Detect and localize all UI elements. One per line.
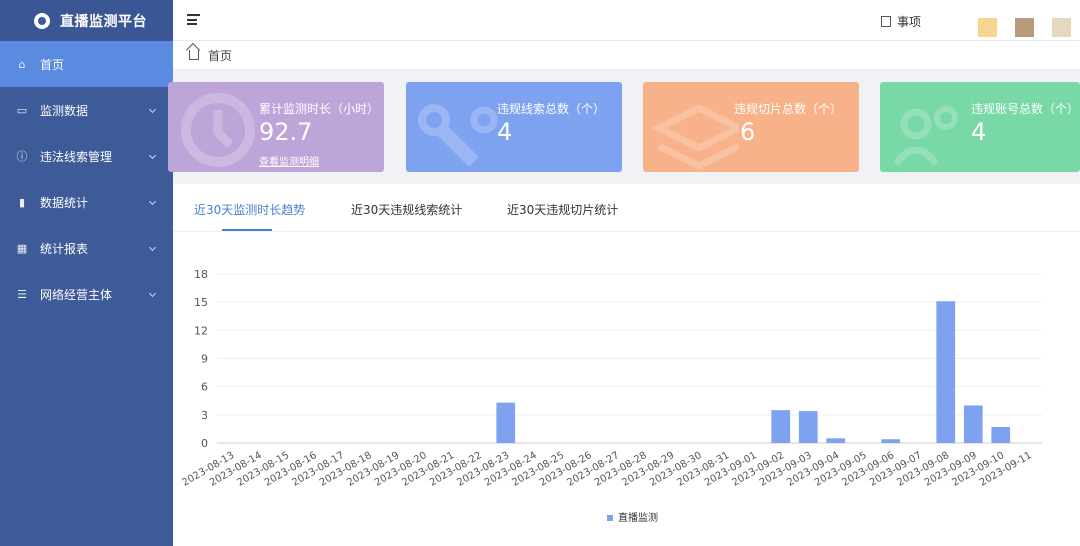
theme-swatch-1[interactable] <box>978 18 997 37</box>
bar <box>963 405 983 443</box>
bar <box>826 438 846 443</box>
todo-button[interactable]: 事项 <box>881 13 921 30</box>
sidebar-menu: ⌂ 首页 ▭ 监测数据 ⓘ 违法线索管理 ▮ 数据统计 ▦ 统计报表 ☰ 网络经营主体 <box>0 41 173 317</box>
legend-label: 直播监测 <box>618 511 658 524</box>
breadcrumb: 首页 <box>173 41 1080 70</box>
bar <box>496 402 516 443</box>
clock-icon <box>181 93 255 167</box>
chevron-down-icon <box>148 289 157 298</box>
active-tab-indicator <box>222 229 272 231</box>
card-violation-slices: 违规切片总数（个） 6 <box>643 82 859 172</box>
y-tick-label: 3 <box>201 409 208 422</box>
monitor-detail-link[interactable]: 查看监测明细 <box>259 153 319 168</box>
chart-panel: 近30天监测时长趋势 近30天违规线索统计 近30天违规切片统计 0 3 6 9 12 1… <box>173 184 1080 546</box>
card-value: 6 <box>740 118 756 146</box>
sidebar: 直播监测平台 ⌂ 首页 ▭ 监测数据 ⓘ 违法线索管理 ▮ 数据统计 ▦ 统计报表 ☰ 网络经营主体 <box>0 0 173 546</box>
sidebar-item-label: 首页 <box>40 57 65 72</box>
bar-chart-icon: ▮ <box>18 195 26 209</box>
y-tick-label: 9 <box>201 353 208 366</box>
chevron-down-icon <box>148 197 157 206</box>
card-value: 4 <box>971 118 987 146</box>
card-violation-clues: 违规线索总数（个） 4 <box>406 82 622 172</box>
home-icon: ⌂ <box>18 57 26 71</box>
sidebar-item[interactable]: ▮ 数据统计 <box>0 179 173 225</box>
card-label: 违规切片总数（个） <box>734 102 843 116</box>
tab-violation-slices[interactable]: 近30天违规切片统计 <box>507 201 618 218</box>
card-monitor-hours: 累计监测时长（小时） 92.7 查看监测明细 <box>168 82 384 172</box>
sidebar-item[interactable]: ☰ 网络经营主体 <box>0 271 173 317</box>
sidebar-item[interactable]: ⌂ 首页 <box>0 41 173 87</box>
sidebar-item[interactable]: ▭ 监测数据 <box>0 87 173 133</box>
alert-circle-icon: ⓘ <box>16 150 28 163</box>
monitor-trend-chart: 03691215182023-08-132023-08-142023-08-15… <box>180 268 1042 524</box>
brand-title: 直播监测平台 <box>60 13 147 30</box>
bar <box>936 301 956 443</box>
card-label: 违规账号总数（个） <box>971 102 1080 116</box>
brand: 直播监测平台 <box>0 0 173 41</box>
chevron-down-icon <box>148 243 157 252</box>
database-icon: ☰ <box>17 287 27 301</box>
card-value: 4 <box>497 118 513 146</box>
home-icon <box>189 50 199 60</box>
bar <box>991 427 1011 443</box>
y-tick-label: 18 <box>194 268 208 281</box>
top-header: 事项 <box>173 0 1080 41</box>
card-label: 累计监测时长（小时） <box>259 102 380 116</box>
breadcrumb-home[interactable]: 首页 <box>208 47 232 64</box>
card-label: 违规线索总数（个） <box>497 102 606 116</box>
theme-swatch-3[interactable] <box>1052 18 1071 37</box>
sidebar-item-label: 违法线索管理 <box>40 149 113 164</box>
logo-icon <box>34 12 50 29</box>
layers-icon <box>651 104 739 170</box>
sidebar-item-label: 监测数据 <box>40 103 89 118</box>
todo-label: 事项 <box>897 15 922 29</box>
sidebar-item-label: 网络经营主体 <box>40 287 113 302</box>
sidebar-item[interactable]: ⓘ 违法线索管理 <box>0 133 173 179</box>
bar <box>881 439 901 443</box>
theme-swatch-2[interactable] <box>1015 18 1034 37</box>
chart-tabs: 近30天监测时长趋势 近30天违规线索统计 近30天违规切片统计 <box>173 184 1080 232</box>
y-tick-label: 6 <box>201 381 208 394</box>
todo-icon <box>881 16 891 27</box>
users-icon <box>893 106 958 167</box>
tab-monitor-trend[interactable]: 近30天监测时长趋势 <box>194 201 305 218</box>
chevron-down-icon <box>148 151 157 160</box>
sidebar-item-label: 统计报表 <box>40 241 89 256</box>
sidebar-item[interactable]: ▦ 统计报表 <box>0 225 173 271</box>
link-icon <box>418 104 498 167</box>
sidebar-item-label: 数据统计 <box>40 195 89 210</box>
legend-swatch <box>607 515 613 521</box>
bar <box>798 411 818 443</box>
table-icon: ▦ <box>16 241 28 255</box>
y-tick-label: 15 <box>194 296 208 309</box>
card-violation-accounts: 违规账号总数（个） 4 <box>880 82 1080 172</box>
tab-violation-clues[interactable]: 近30天违规线索统计 <box>351 201 462 218</box>
monitor-icon: ▭ <box>16 103 28 117</box>
card-value: 92.7 <box>259 118 313 146</box>
y-tick-label: 0 <box>201 437 208 450</box>
chevron-down-icon <box>148 105 157 114</box>
menu-fold-icon[interactable] <box>187 14 200 25</box>
bar <box>771 410 791 443</box>
y-tick-label: 12 <box>194 324 208 337</box>
